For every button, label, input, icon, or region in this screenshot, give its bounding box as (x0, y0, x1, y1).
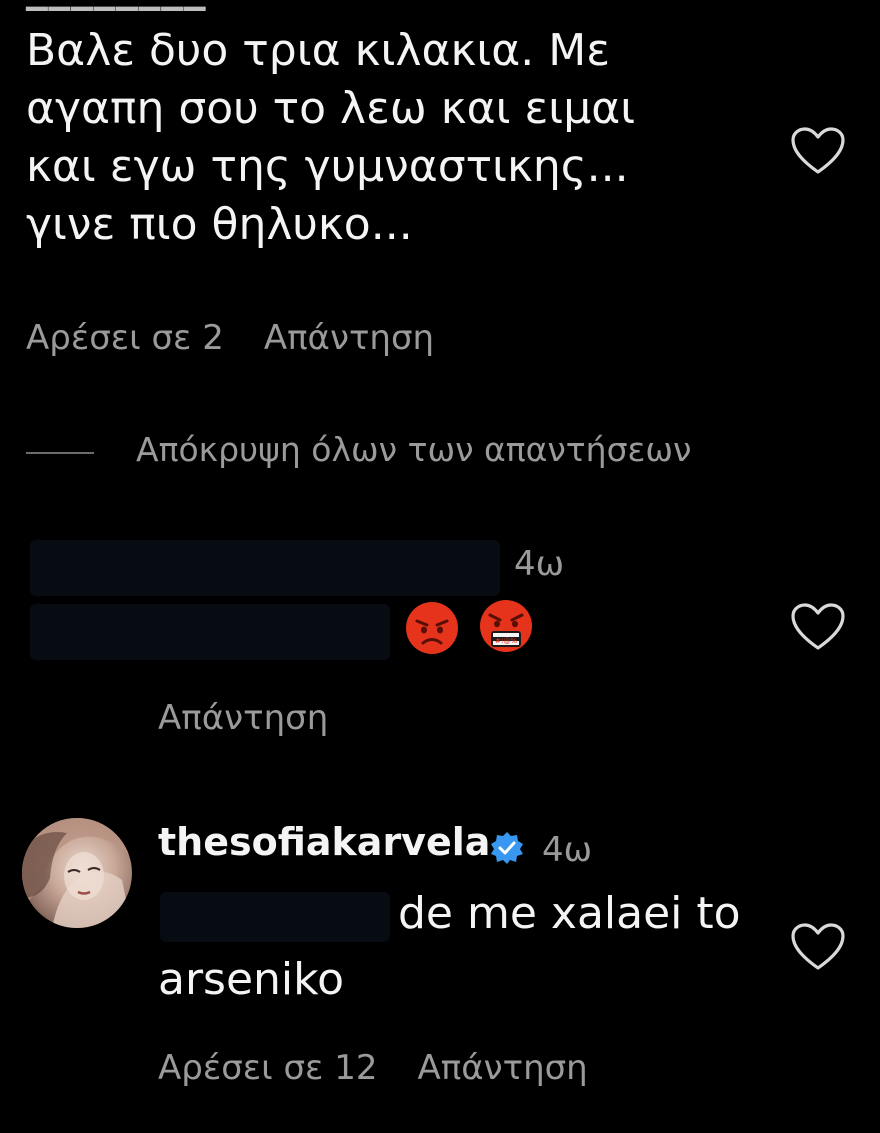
face-with-symbols-on-mouth-icon: #!@% (478, 598, 534, 654)
comment-meta: Αρέσει σε 2 Απάντηση (26, 318, 434, 358)
pouting-face-icon (404, 600, 460, 656)
comment-time: 4ω (542, 830, 593, 870)
likes-count[interactable]: Αρέσει σε 2 (26, 318, 224, 358)
comment-username[interactable]: thesofiakarvela (158, 820, 490, 864)
likes-count[interactable]: Αρέσει σε 12 (158, 1048, 377, 1088)
redacted-mention (30, 604, 390, 660)
heart-icon[interactable] (790, 602, 846, 652)
svg-text:#!@%: #!@% (495, 637, 518, 645)
redacted-mention (160, 892, 390, 942)
reply-button[interactable]: Απάντηση (417, 1048, 587, 1088)
comment-meta: Αρέσει σε 12 Απάντηση (158, 1048, 588, 1088)
comment-text-line1: de me xalaei to (398, 888, 741, 939)
verified-badge-icon (489, 830, 525, 866)
comment-time: 4ω (514, 544, 565, 584)
comment-username-cut[interactable]: ▁▁▁▁▁▁▁▁ (26, 0, 206, 11)
comment-text: Βαλε δυο τρια κιλακια. Με αγαπη σου το λ… (26, 25, 636, 250)
redacted-username (30, 540, 500, 596)
divider-line (26, 452, 94, 454)
heart-icon[interactable] (790, 126, 846, 176)
avatar[interactable] (22, 818, 132, 928)
hide-replies-button[interactable]: Απόκρυψη όλων των απαντήσεων (136, 430, 691, 469)
comment-text-line2: arseniko (158, 954, 344, 1005)
reply-button[interactable]: Απάντηση (264, 318, 434, 358)
reply-button[interactable]: Απάντηση (158, 698, 328, 738)
heart-icon[interactable] (790, 922, 846, 972)
